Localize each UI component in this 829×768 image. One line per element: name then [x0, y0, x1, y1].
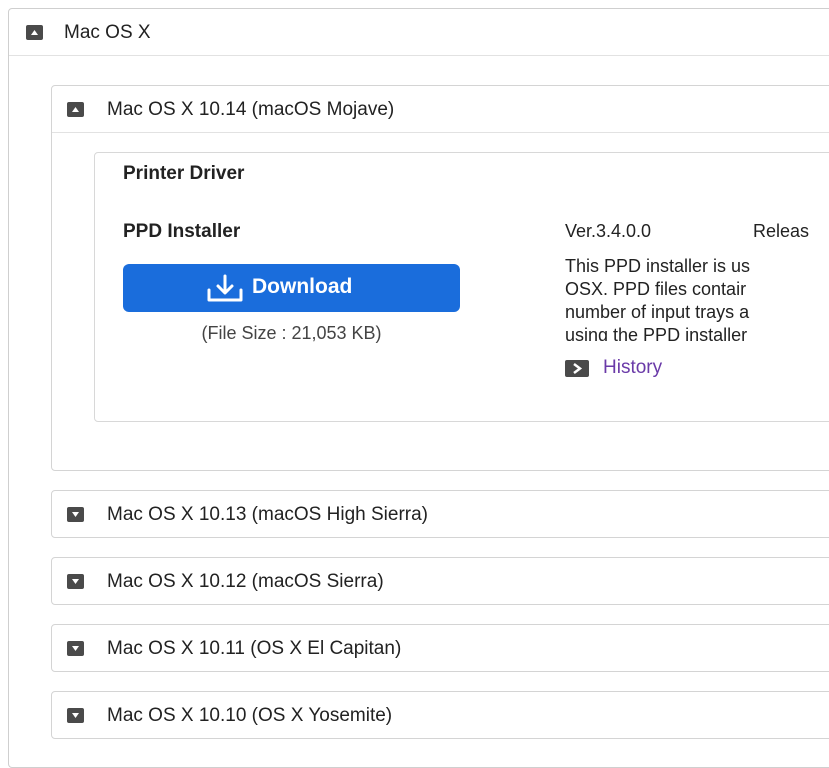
mac-os-x-accordion: Mac OS X Mac OS X 10.14 (macOS Mojave) P… — [8, 8, 829, 768]
download-label: Download — [252, 275, 353, 298]
description: This PPD installer is us OSX. PPD files … — [565, 255, 829, 341]
history-label: History — [603, 357, 663, 378]
description-line: OSX. PPD files contair — [565, 279, 747, 299]
section-title: Printer Driver — [123, 163, 245, 184]
sierra-title: Mac OS X 10.12 (macOS Sierra) — [107, 571, 384, 592]
el-capitan-title: Mac OS X 10.11 (OS X El Capitan) — [107, 638, 402, 659]
caret-down-icon — [67, 507, 84, 522]
version-text: Ver.3.4.0.0 — [565, 221, 652, 241]
high-sierra-header[interactable]: Mac OS X 10.13 (macOS High Sierra) — [52, 491, 829, 537]
yosemite-title: Mac OS X 10.10 (OS X Yosemite) — [107, 705, 393, 726]
item-name: PPD Installer — [123, 221, 241, 242]
description-line: This PPD installer is us — [565, 256, 751, 276]
chevron-right-icon — [565, 360, 589, 377]
mojave-title: Mac OS X 10.14 (macOS Mojave) — [107, 99, 395, 120]
caret-up-icon — [26, 25, 43, 40]
download-button[interactable]: Download — [123, 264, 460, 312]
yosemite-panel: Mac OS X 10.10 (OS X Yosemite) — [51, 691, 829, 739]
caret-down-icon — [67, 574, 84, 589]
high-sierra-panel: Mac OS X 10.13 (macOS High Sierra) — [51, 490, 829, 538]
description-line: number of input trays a — [565, 302, 750, 322]
description-line: using the PPD installer — [565, 325, 748, 341]
mojave-panel: Mac OS X 10.14 (macOS Mojave) Printer Dr… — [51, 85, 829, 471]
release-date-label: Releas — [753, 221, 810, 241]
high-sierra-title: Mac OS X 10.13 (macOS High Sierra) — [107, 504, 428, 525]
printer-driver-box: Printer Driver PPD Installer Download (F… — [94, 152, 829, 422]
mac-os-x-title: Mac OS X — [64, 22, 151, 43]
caret-down-icon — [67, 641, 84, 656]
caret-up-icon — [67, 102, 84, 117]
sierra-panel: Mac OS X 10.12 (macOS Sierra) — [51, 557, 829, 605]
el-capitan-panel: Mac OS X 10.11 (OS X El Capitan) — [51, 624, 829, 672]
el-capitan-header[interactable]: Mac OS X 10.11 (OS X El Capitan) — [52, 625, 829, 671]
download-icon — [205, 274, 245, 306]
yosemite-header[interactable]: Mac OS X 10.10 (OS X Yosemite) — [52, 692, 829, 738]
sierra-header[interactable]: Mac OS X 10.12 (macOS Sierra) — [52, 558, 829, 604]
file-size: (File Size : 21,053 KB) — [201, 323, 382, 343]
mac-os-x-header[interactable]: Mac OS X — [9, 9, 829, 56]
mojave-header[interactable]: Mac OS X 10.14 (macOS Mojave) — [52, 86, 829, 133]
caret-down-icon — [67, 708, 84, 723]
